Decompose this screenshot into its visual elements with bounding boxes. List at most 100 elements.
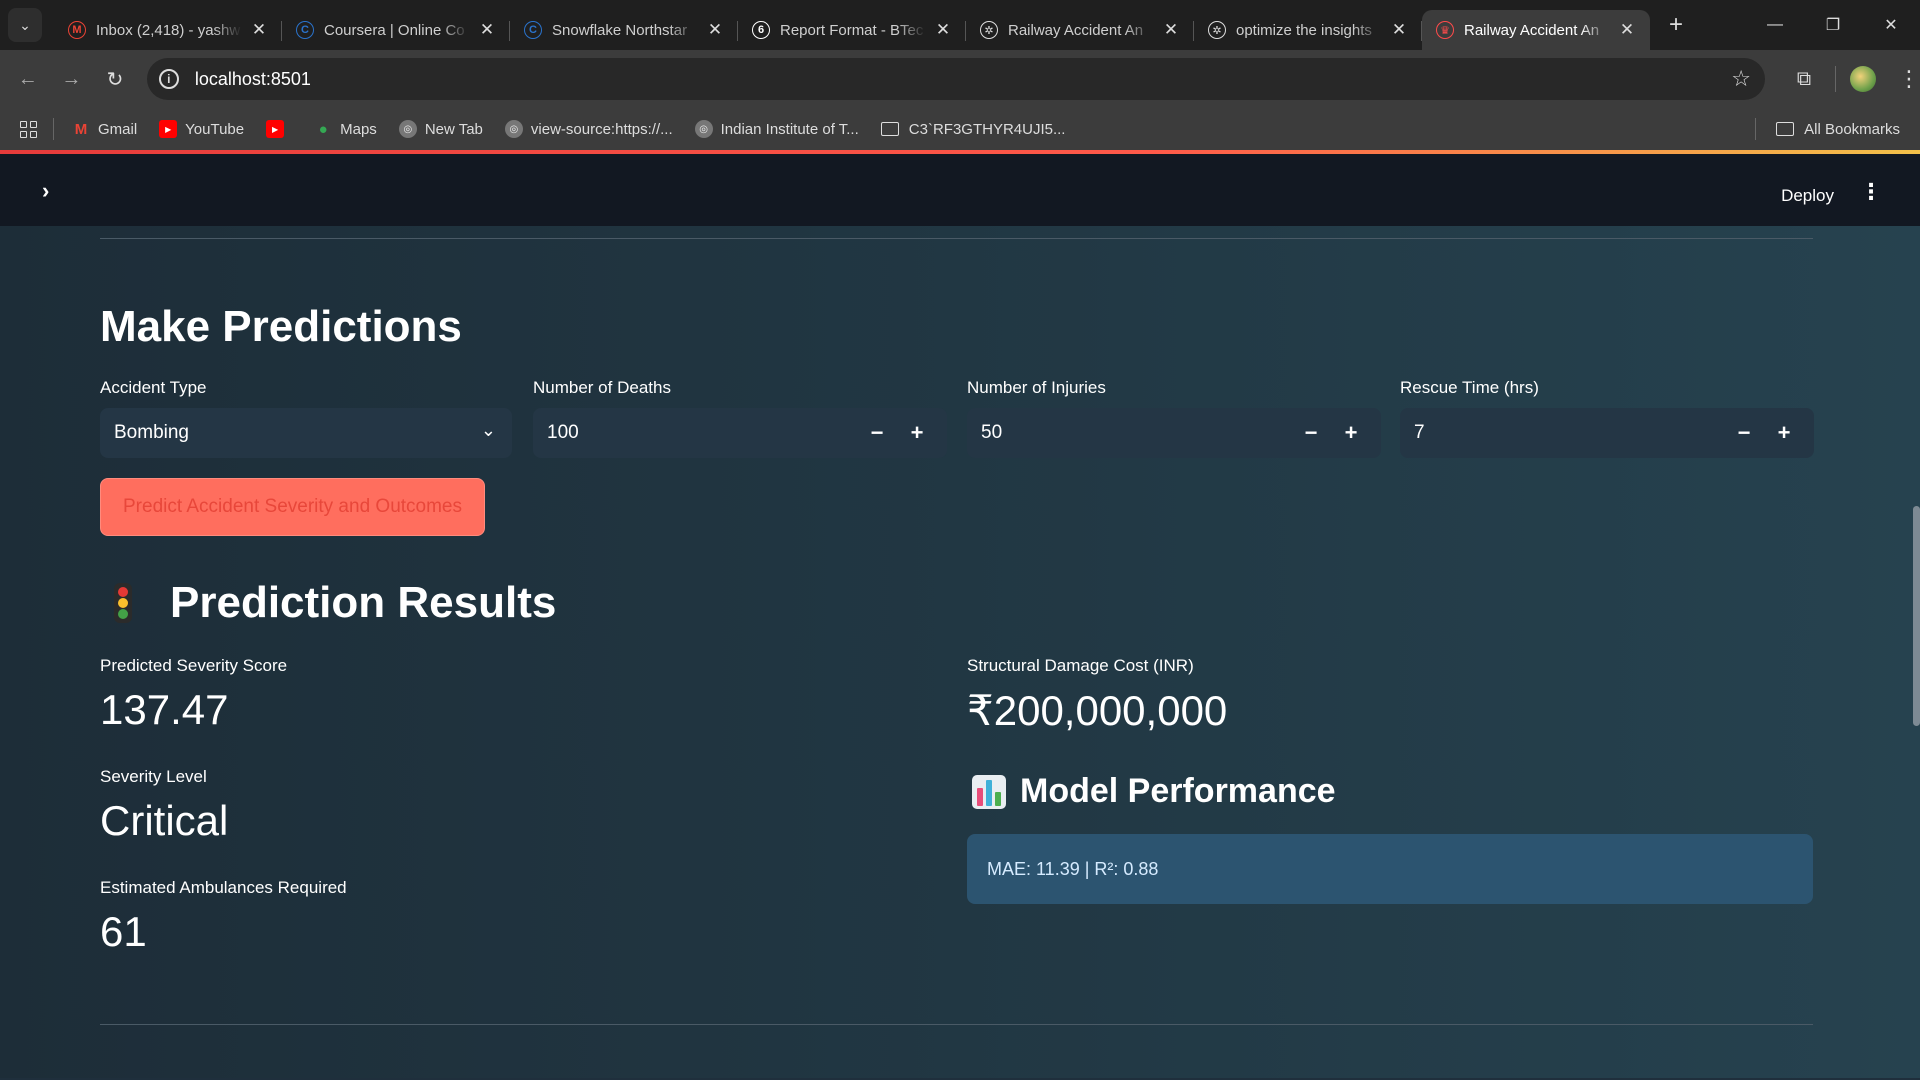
- bookmark-star-icon[interactable]: ☆: [1731, 66, 1751, 92]
- page-scrollbar[interactable]: [1912, 506, 1920, 956]
- restore-icon[interactable]: ❐: [1804, 0, 1862, 50]
- injuries-decrement-button[interactable]: −: [1291, 420, 1331, 446]
- sidebar-expand-chevron-icon[interactable]: ›: [42, 178, 66, 203]
- new-tab-button[interactable]: +: [1662, 11, 1690, 39]
- globe-icon: ◎: [504, 120, 523, 138]
- address-bar[interactable]: i localhost:8501 ☆: [146, 58, 1766, 100]
- browser-tab[interactable]: C Coursera | Online Co ✕: [282, 10, 510, 50]
- accident-type-select[interactable]: Bombing ⌄: [100, 408, 512, 458]
- tab-close-icon[interactable]: ✕: [478, 20, 496, 40]
- reload-icon[interactable]: ↻: [97, 61, 133, 97]
- bar-chart-icon: [972, 774, 1006, 809]
- youtube-icon: ▶: [266, 120, 285, 138]
- browser-tab[interactable]: C Snowflake Northstar ✕: [510, 10, 738, 50]
- tab-close-icon[interactable]: ✕: [250, 20, 268, 40]
- results-heading: Prediction Results: [114, 578, 556, 628]
- app-main: Make Predictions Accident Type Number of…: [0, 226, 1920, 1078]
- browser-tab[interactable]: 6 Report Format - BTec ✕: [738, 10, 966, 50]
- browser-toolbar: ← → ↻ i localhost:8501 ☆ ⧉ ⋮: [0, 50, 1920, 108]
- bookmark-label: C3`RF3GTHYR4UJI5...: [908, 120, 1066, 138]
- window-controls: — ❐ ✕: [1746, 0, 1920, 50]
- extensions-puzzle-icon[interactable]: ⧉: [1787, 68, 1821, 91]
- all-bookmarks[interactable]: All Bookmarks: [1755, 118, 1900, 140]
- tab-search-chevron-icon[interactable]: ⌄: [8, 8, 42, 42]
- tab-title: Snowflake Northstar: [552, 21, 688, 39]
- bookmark-item[interactable]: C3`RF3GTHYR4UJI5...: [880, 120, 1066, 138]
- bookmarks-divider: [1755, 118, 1757, 140]
- tab-title: Railway Accident An: [1464, 21, 1600, 39]
- deaths-increment-button[interactable]: +: [897, 420, 937, 446]
- site-info-icon[interactable]: i: [158, 69, 179, 89]
- damage-cost-label: Structural Damage Cost (INR): [967, 656, 1194, 675]
- rescue-time-value[interactable]: 7: [1414, 422, 1425, 444]
- browser-tab[interactable]: ♛ Railway Accident An ✕: [1422, 10, 1650, 50]
- folder-icon: [1776, 122, 1795, 136]
- tab-close-icon[interactable]: ✕: [1162, 20, 1180, 40]
- injuries-value[interactable]: 50: [981, 422, 1002, 444]
- openai-icon: ✲: [980, 21, 998, 39]
- rescue-time-label: Rescue Time (hrs): [1400, 378, 1539, 397]
- bookmark-label: view-source:https://...: [530, 120, 673, 138]
- bookmark-item[interactable]: ◎ view-source:https://...: [504, 120, 673, 138]
- bookmark-label: Maps: [340, 120, 377, 138]
- tab-title: optimize the insights: [1236, 21, 1372, 39]
- close-window-icon[interactable]: ✕: [1862, 0, 1920, 50]
- bookmark-item[interactable]: ▶ YouTube: [159, 120, 244, 138]
- bookmark-item[interactable]: ◎ Indian Institute of T...: [694, 120, 859, 138]
- gmail-icon: M: [74, 120, 88, 138]
- streamlit-icon: ♛: [1436, 21, 1454, 39]
- browser-tab[interactable]: ✲ Railway Accident An ✕: [966, 10, 1194, 50]
- deploy-button[interactable]: Deploy: [1781, 186, 1834, 206]
- predict-button[interactable]: Predict Accident Severity and Outcomes: [100, 478, 485, 536]
- folder-icon: [880, 122, 899, 136]
- deaths-input[interactable]: 100 − +: [533, 408, 947, 458]
- back-arrow-icon[interactable]: ←: [10, 61, 46, 97]
- bookmark-item[interactable]: ◎ New Tab: [398, 120, 483, 138]
- tab-title: Coursera | Online Co: [324, 21, 465, 39]
- browser-menu-icon[interactable]: ⋮: [1898, 66, 1920, 92]
- top-divider: [100, 238, 1813, 239]
- browser-tab-strip: ⌄ M Inbox (2,418) - yashw ✕ C Coursera | Onl…: [0, 0, 1920, 50]
- injuries-increment-button[interactable]: +: [1331, 420, 1371, 446]
- model-performance-title: Model Performance: [1020, 772, 1336, 810]
- tab-title: Inbox (2,418) - yashw: [96, 21, 241, 39]
- tab-title: Report Format - BTec: [780, 21, 924, 39]
- app-menu-icon[interactable]: ⋮: [1860, 179, 1882, 205]
- accident-type-label: Accident Type: [100, 378, 207, 397]
- chevron-down-icon: ⌄: [480, 420, 496, 440]
- deaths-label: Number of Deaths: [533, 378, 671, 397]
- bookmark-label: New Tab: [424, 120, 483, 138]
- deaths-decrement-button[interactable]: −: [857, 420, 897, 446]
- globe-icon: ◎: [694, 120, 713, 138]
- coursera-icon: C: [524, 21, 542, 39]
- tab-close-icon[interactable]: ✕: [706, 20, 724, 40]
- forward-arrow-icon[interactable]: →: [54, 61, 90, 97]
- browser-tab[interactable]: M Inbox (2,418) - yashw ✕: [54, 10, 282, 50]
- rescue-time-input[interactable]: 7 − +: [1400, 408, 1814, 458]
- page-title: Make Predictions: [100, 302, 462, 351]
- apps-grid-icon[interactable]: [20, 120, 37, 138]
- openai-icon: ✲: [1208, 21, 1226, 39]
- results-title: Prediction Results: [170, 578, 557, 627]
- rescue-time-decrement-button[interactable]: −: [1724, 420, 1764, 446]
- scrollbar-thumb[interactable]: [1913, 506, 1920, 726]
- minimize-icon[interactable]: —: [1746, 0, 1804, 50]
- rescue-time-increment-button[interactable]: +: [1764, 420, 1804, 446]
- url-text[interactable]: localhost:8501: [195, 69, 311, 90]
- coursera-icon: C: [296, 21, 314, 39]
- tab-close-icon[interactable]: ✕: [934, 20, 952, 40]
- profile-avatar[interactable]: [1850, 66, 1877, 92]
- bookmark-item[interactable]: ● Maps: [314, 120, 377, 138]
- tab-close-icon[interactable]: ✕: [1618, 20, 1636, 40]
- bookmark-label: Gmail: [98, 120, 138, 138]
- bottom-divider: [100, 1024, 1813, 1025]
- bookmarks-bar: M Gmail ▶ YouTube ▶ ● Maps ◎ New Tab ◎ view-source…: [0, 108, 1920, 150]
- bookmark-item[interactable]: M Gmail: [72, 120, 137, 138]
- bookmark-item[interactable]: ▶: [266, 120, 292, 138]
- tab-close-icon[interactable]: ✕: [1390, 20, 1408, 40]
- toolbar-divider: [1835, 66, 1837, 92]
- bookmarks-divider: [53, 118, 54, 140]
- injuries-input[interactable]: 50 − +: [967, 408, 1381, 458]
- browser-tab[interactable]: ✲ optimize the insights ✕: [1194, 10, 1422, 50]
- deaths-value[interactable]: 100: [547, 422, 579, 444]
